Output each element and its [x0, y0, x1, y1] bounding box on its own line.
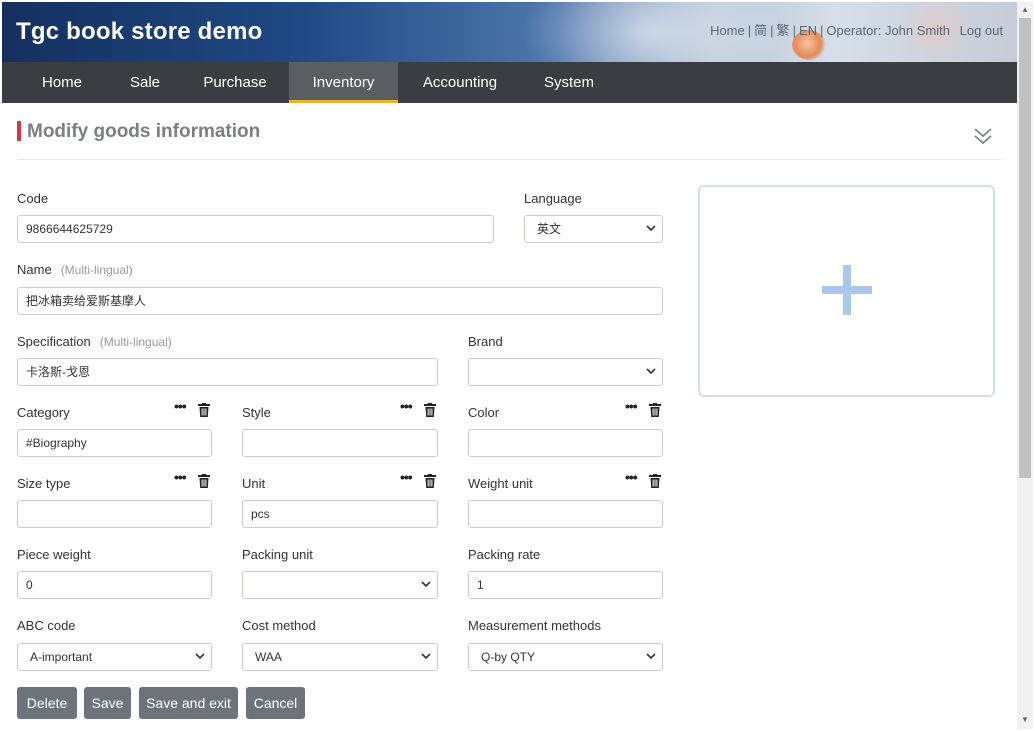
specification-label: Specification (Multi-lingual)	[17, 334, 172, 349]
style-more-dots-icon[interactable]: •••	[400, 398, 413, 414]
color-input[interactable]	[468, 429, 663, 457]
cost-method-select[interactable]: WAA	[242, 643, 438, 671]
piece-weight-input[interactable]: 0	[17, 571, 212, 599]
unit-more-dots-icon[interactable]: •••	[400, 469, 413, 485]
scroll-down-arrow-icon[interactable]: ▼	[1017, 712, 1033, 728]
title-divider	[17, 159, 1001, 160]
color-trash-icon[interactable]	[649, 403, 661, 417]
home-link[interactable]: Home	[710, 23, 745, 38]
name-input[interactable]: 把冰箱卖给爱斯基摩人	[17, 287, 663, 315]
code-input[interactable]: 9866644625729	[17, 215, 494, 243]
size-type-input[interactable]	[17, 500, 212, 528]
measurement-methods-label: Measurement methods	[468, 618, 601, 633]
color-more-dots-icon[interactable]: •••	[625, 398, 638, 414]
chevron-down-icon	[421, 653, 431, 660]
weight-unit-label: Weight unit	[468, 476, 533, 491]
unit-input[interactable]: pcs	[242, 500, 438, 528]
size-type-more-dots-icon[interactable]: •••	[174, 469, 187, 485]
style-input[interactable]	[242, 429, 438, 457]
unit-label: Unit	[242, 476, 266, 491]
cost-method-label: Cost method	[242, 618, 316, 633]
top-links: Home | 简 | 繁 | EN | Operator: John Smith Log out	[710, 23, 1003, 38]
name-label: Name (Multi-lingual)	[17, 262, 133, 277]
measurement-methods-select[interactable]: Q-by QTY	[468, 643, 663, 671]
logout-link[interactable]: Log out	[960, 23, 1003, 38]
weight-unit-trash-icon[interactable]	[649, 474, 661, 488]
brand-label: Brand	[468, 334, 503, 349]
unit-trash-icon[interactable]	[424, 474, 436, 488]
name-label-text: Name	[17, 262, 52, 277]
language-select-value: 英文	[537, 222, 562, 236]
nav-inventory[interactable]: Inventory	[289, 62, 398, 103]
chevron-down-icon	[646, 368, 656, 375]
packing-unit-label: Packing unit	[242, 547, 313, 562]
code-label: Code	[17, 191, 49, 206]
english-link[interactable]: EN	[799, 23, 817, 38]
piece-weight-label: Piece weight	[17, 547, 91, 562]
nav-purchase[interactable]: Purchase	[185, 62, 285, 103]
abc-code-select[interactable]: A-important	[17, 643, 212, 671]
traditional-chinese-link[interactable]: 繁	[777, 23, 790, 38]
plus-icon[interactable]	[822, 265, 872, 315]
save-and-exit-button[interactable]: Save and exit	[139, 687, 238, 719]
specification-input[interactable]: 卡洛斯-戈恩	[17, 358, 438, 386]
chevron-down-icon	[646, 653, 656, 660]
category-trash-icon[interactable]	[198, 403, 210, 417]
size-type-trash-icon[interactable]	[198, 474, 210, 488]
brand-select[interactable]	[468, 358, 663, 386]
color-label: Color	[468, 405, 500, 420]
measurement-methods-select-value: Q-by QTY	[481, 650, 536, 664]
nav-sale[interactable]: Sale	[107, 62, 183, 103]
scrollbar-thumb[interactable]	[1019, 18, 1031, 478]
cost-method-select-value: WAA	[255, 650, 282, 664]
operator-label: Operator:	[826, 23, 882, 38]
style-trash-icon[interactable]	[424, 403, 436, 417]
category-more-dots-icon[interactable]: •••	[174, 398, 187, 414]
size-type-label: Size type	[17, 476, 71, 491]
style-label: Style	[242, 405, 271, 420]
weight-unit-input[interactable]	[468, 500, 663, 528]
packing-rate-input[interactable]: 1	[468, 571, 663, 599]
delete-button[interactable]: Delete	[17, 687, 77, 719]
abc-code-select-value: A-important	[30, 650, 93, 664]
chevron-down-icon	[646, 225, 656, 232]
save-button[interactable]: Save	[84, 687, 131, 719]
simplified-chinese-link[interactable]: 简	[754, 23, 767, 38]
cancel-button[interactable]: Cancel	[246, 687, 305, 719]
packing-unit-select[interactable]	[242, 571, 438, 599]
title-accent-bar	[17, 121, 21, 141]
category-label: Category	[17, 405, 70, 420]
specification-label-text: Specification	[17, 334, 91, 349]
chevron-down-icon	[195, 653, 205, 660]
site-title: Tgc book store demo	[16, 18, 263, 45]
name-multilingual-hint: (Multi-lingual)	[60, 263, 133, 277]
main-nav: Home Sale Purchase Inventory Accounting …	[2, 62, 1017, 103]
specification-multilingual-hint: (Multi-lingual)	[99, 335, 172, 349]
abc-code-label: ABC code	[17, 618, 76, 633]
nav-home[interactable]: Home	[19, 62, 105, 103]
packing-rate-label: Packing rate	[468, 547, 541, 562]
scroll-up-arrow-icon[interactable]: ▲	[1017, 2, 1033, 18]
language-select[interactable]: 英文	[524, 215, 663, 243]
chevron-down-icon	[421, 581, 431, 588]
nav-system[interactable]: System	[522, 62, 616, 103]
operator-name: John Smith	[884, 23, 950, 38]
language-label: Language	[524, 191, 582, 206]
category-input[interactable]: #Biography	[17, 429, 212, 457]
nav-accounting[interactable]: Accounting	[402, 62, 518, 103]
weight-unit-more-dots-icon[interactable]: •••	[625, 469, 638, 485]
double-chevron-down-icon[interactable]	[972, 124, 994, 148]
page-title: Modify goods information	[27, 121, 261, 142]
